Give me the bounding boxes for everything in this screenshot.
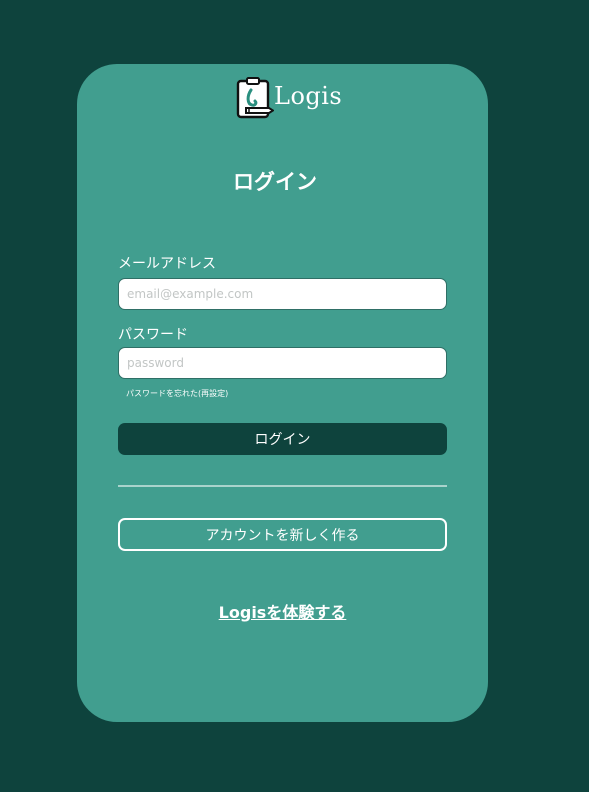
- create-account-button[interactable]: アカウントを新しく作る: [118, 518, 447, 551]
- email-label: メールアドレス: [118, 256, 216, 272]
- brand-header: Logis: [236, 76, 342, 120]
- login-button[interactable]: ログイン: [118, 423, 447, 455]
- brand-name: Logis: [274, 82, 343, 110]
- clipboard-pen-icon: [236, 77, 274, 119]
- divider: [118, 485, 447, 487]
- page-title: ログイン: [233, 170, 317, 194]
- password-field[interactable]: [118, 347, 447, 379]
- login-card: Logis ログイン メールアドレス パスワード パスワードを忘れた(再設定) …: [77, 64, 488, 722]
- forgot-password-link[interactable]: パスワードを忘れた(再設定): [126, 388, 228, 399]
- password-label: パスワード: [118, 327, 188, 343]
- try-demo-link[interactable]: Logisを体験する: [77, 599, 488, 623]
- email-field[interactable]: [118, 278, 447, 310]
